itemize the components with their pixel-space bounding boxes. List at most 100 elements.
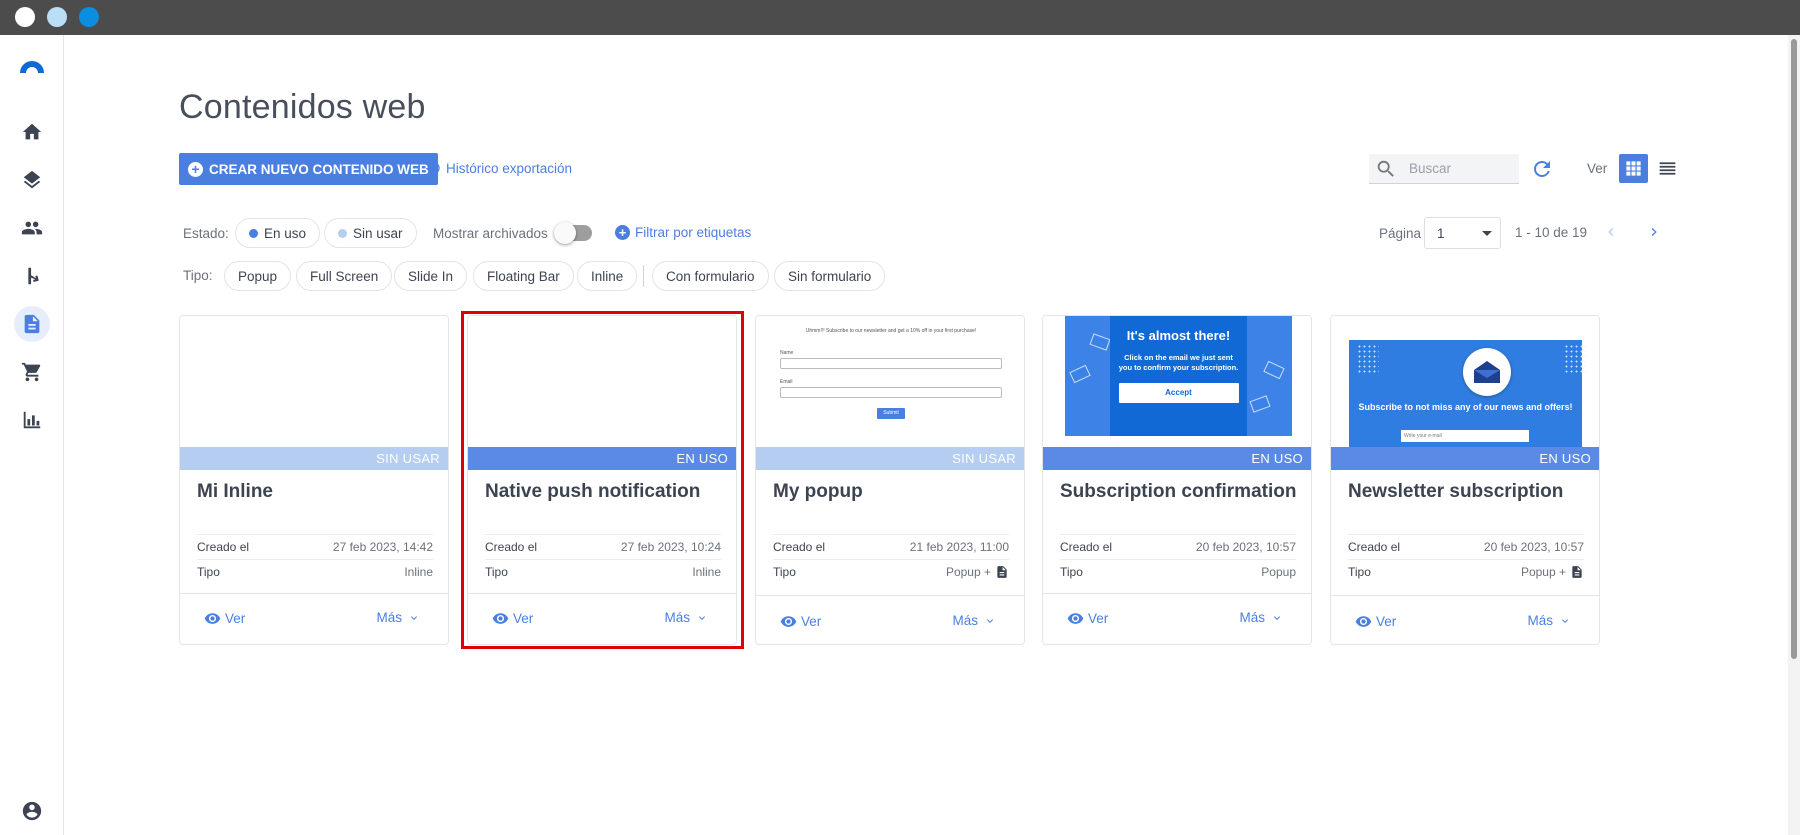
list-icon [1659, 162, 1676, 175]
window-minimize-button[interactable] [47, 7, 67, 27]
card-title: My popup [773, 481, 863, 502]
card-footer [756, 595, 1024, 596]
more-menu-button[interactable]: Más [1239, 610, 1283, 625]
sidebar-item-reports[interactable] [14, 402, 50, 438]
create-button-label: CREAR NUEVO CONTENIDO WEB [209, 161, 429, 177]
sidebar-item-layers[interactable] [14, 162, 50, 198]
flow-icon [28, 267, 39, 285]
sidebar-item-account[interactable] [14, 793, 50, 829]
envelope-icon [1463, 348, 1511, 396]
type-row: Tipo Popup + [1348, 559, 1584, 584]
content-card[interactable]: Uhmm!!! Subscribe to our newsletter and … [755, 315, 1025, 645]
sidebar-item-home[interactable] [14, 114, 50, 150]
filter-by-tags-link[interactable]: + Filtrar por etiquetas [615, 225, 751, 240]
type-row: Tipo Popup [1060, 559, 1296, 584]
more-menu-button[interactable]: Más [952, 613, 996, 628]
chevron-down-icon [699, 615, 705, 620]
status-dot-icon [249, 228, 258, 238]
type-chip-without-form[interactable]: Sin formulario [774, 261, 886, 291]
eye-icon [1067, 613, 1084, 624]
history-icon [425, 162, 440, 174]
view-mode-label: Ver [1587, 161, 1608, 176]
window-close-button[interactable] [15, 7, 35, 27]
status-badge: EN USO [1043, 447, 1311, 470]
window-maximize-button[interactable] [79, 7, 99, 27]
content-card[interactable]: Subscribe to not miss any of our news an… [1330, 315, 1600, 645]
sidebar-item-ecommerce[interactable] [14, 354, 50, 390]
create-web-content-button[interactable]: + CREAR NUEVO CONTENIDO WEB [179, 153, 438, 185]
previous-page-button[interactable] [1603, 224, 1619, 240]
eye-icon [1355, 616, 1372, 627]
cart-icon [21, 362, 41, 382]
filter-chip-en-uso[interactable]: En uso [235, 218, 321, 248]
card-footer [180, 593, 448, 594]
pagination-label: Página [1379, 226, 1422, 241]
card-title: Newsletter subscription [1348, 481, 1564, 502]
eye-icon [204, 613, 221, 624]
logo-icon[interactable] [17, 55, 47, 85]
type-chip-with-form[interactable]: Con formulario [652, 261, 769, 291]
search-icon [1377, 160, 1394, 177]
show-archived-label: Mostrar archivados [433, 226, 548, 241]
view-button[interactable]: Ver [780, 613, 821, 630]
account-icon [22, 801, 42, 821]
envelope-icon [1089, 333, 1111, 351]
home-icon [22, 123, 42, 140]
sidebar-item-automations[interactable] [14, 258, 50, 294]
sidebar-item-contacts[interactable] [14, 210, 50, 246]
content-card[interactable]: It's almost there! Click on the email we… [1042, 315, 1312, 645]
card-footer [468, 593, 736, 594]
sidebar [0, 35, 64, 835]
card-footer [1043, 593, 1311, 594]
created-row: Creado el 27 feb 2023, 14:42 [197, 534, 433, 559]
grid-view-button[interactable] [1619, 154, 1648, 183]
confirmation-preview: It's almost there! Click on the email we… [1065, 316, 1292, 436]
created-row: Creado el 20 feb 2023, 10:57 [1348, 534, 1584, 559]
sidebar-item-web-content[interactable] [14, 306, 50, 342]
scrollbar-thumb[interactable] [1791, 39, 1797, 659]
more-menu-button[interactable]: Más [376, 610, 420, 625]
page-scrollbar[interactable] [1788, 35, 1800, 835]
export-history-link[interactable]: Histórico exportación [425, 160, 572, 176]
view-button[interactable]: Ver [1355, 613, 1396, 630]
filter-chip-sin-usar[interactable]: Sin usar [324, 218, 417, 248]
plus-circle-icon: + [188, 161, 203, 177]
card-footer [1331, 595, 1599, 596]
list-view-button[interactable] [1653, 154, 1682, 183]
popup-form-preview: Uhmm!!! Subscribe to our newsletter and … [756, 316, 1024, 431]
type-chip-slide-in[interactable]: Slide In [394, 261, 468, 291]
eye-icon [492, 613, 509, 624]
next-page-button[interactable] [1646, 224, 1662, 240]
more-menu-button[interactable]: Más [664, 610, 708, 625]
view-button[interactable]: Ver [492, 610, 533, 627]
view-button[interactable]: Ver [1067, 610, 1108, 627]
grid-icon [1626, 161, 1641, 176]
status-dot-icon [338, 228, 347, 238]
search-input[interactable] [1409, 161, 1509, 176]
content-card[interactable]: SIN USAR Mi Inline Creado el 27 feb 2023… [179, 315, 449, 645]
type-filter-label: Tipo: [183, 268, 213, 283]
type-chip-inline[interactable]: Inline [577, 261, 638, 291]
chart-icon [23, 411, 41, 429]
type-chip-popup[interactable]: Popup [224, 261, 292, 291]
created-row: Creado el 27 feb 2023, 10:24 [485, 534, 721, 559]
document-icon [24, 314, 40, 334]
form-document-icon [1572, 566, 1582, 578]
chevron-down-icon [411, 615, 417, 620]
type-chip-full-screen[interactable]: Full Screen [296, 261, 393, 291]
toggle-knob [554, 222, 576, 244]
refresh-button[interactable] [1530, 157, 1554, 181]
type-chip-floating-bar[interactable]: Floating Bar [473, 261, 574, 291]
layers-icon [23, 170, 41, 189]
people-icon [21, 221, 43, 235]
newsletter-preview: Subscribe to not miss any of our news an… [1349, 340, 1586, 447]
view-button[interactable]: Ver [204, 610, 245, 627]
content-card[interactable]: EN USO Native push notification Creado e… [467, 315, 737, 645]
search-box[interactable] [1369, 154, 1519, 184]
type-row: Tipo Inline [197, 559, 433, 584]
page-select[interactable]: 1 [1424, 217, 1501, 249]
chevron-down-icon [1562, 618, 1568, 623]
more-menu-button[interactable]: Más [1527, 613, 1571, 628]
show-archived-toggle[interactable] [554, 222, 592, 244]
type-row: Tipo Popup + [773, 559, 1009, 584]
